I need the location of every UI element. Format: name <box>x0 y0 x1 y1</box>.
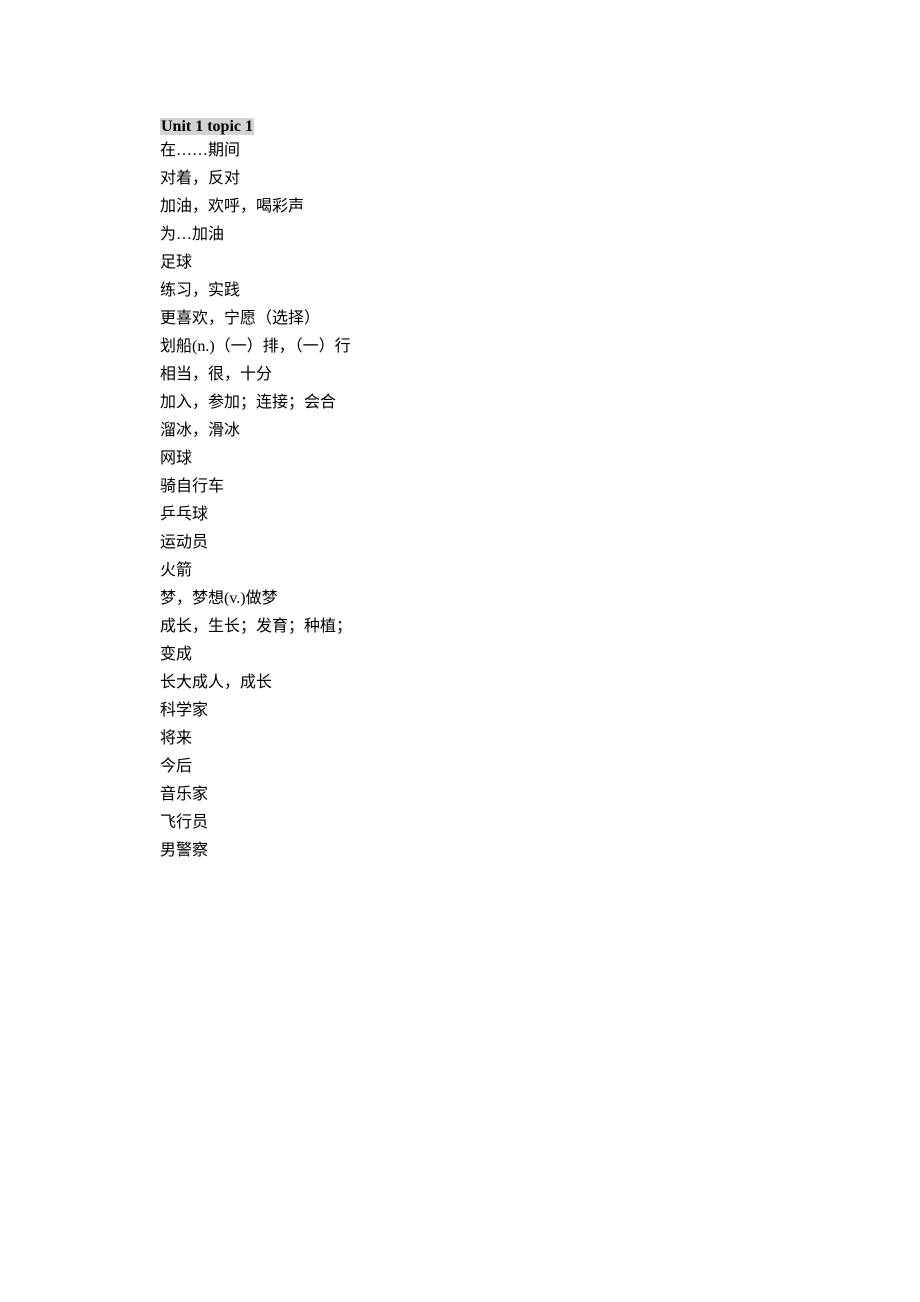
list-item: 加入，参加；连接；会合 <box>160 391 920 415</box>
list-item: 溜冰，滑冰 <box>160 419 920 443</box>
list-item: 骑自行车 <box>160 475 920 499</box>
list-item: 足球 <box>160 251 920 275</box>
list-item: 对着，反对 <box>160 167 920 191</box>
list-item: 乒乓球 <box>160 503 920 527</box>
list-item: 在……期间 <box>160 139 920 163</box>
vocabulary-list: 在……期间 对着，反对 加油，欢呼，喝彩声 为…加油 足球 练习，实践 更喜欢，… <box>160 139 920 863</box>
list-item: 梦，梦想(v.)做梦 <box>160 587 920 611</box>
list-item: 更喜欢，宁愿（选择） <box>160 307 920 331</box>
list-item: 加油，欢呼，喝彩声 <box>160 195 920 219</box>
list-item: 今后 <box>160 755 920 779</box>
document-content: Unit 1 topic 1 在……期间 对着，反对 加油，欢呼，喝彩声 为…加… <box>160 115 920 863</box>
list-item: 长大成人，成长 <box>160 671 920 695</box>
list-item: 划船(n.)（一）排，（一）行 <box>160 335 920 359</box>
list-item: 练习，实践 <box>160 279 920 303</box>
list-item: 将来 <box>160 727 920 751</box>
list-item: 变成 <box>160 643 920 667</box>
list-item: 飞行员 <box>160 811 920 835</box>
list-item: 成长，生长；发育；种植； <box>160 615 920 639</box>
list-item: 运动员 <box>160 531 920 555</box>
list-item: 男警察 <box>160 839 920 863</box>
list-item: 网球 <box>160 447 920 471</box>
list-item: 音乐家 <box>160 783 920 807</box>
list-item: 火箭 <box>160 559 920 583</box>
unit-heading: Unit 1 topic 1 <box>160 118 254 135</box>
list-item: 为…加油 <box>160 223 920 247</box>
list-item: 相当，很，十分 <box>160 363 920 387</box>
list-item: 科学家 <box>160 699 920 723</box>
